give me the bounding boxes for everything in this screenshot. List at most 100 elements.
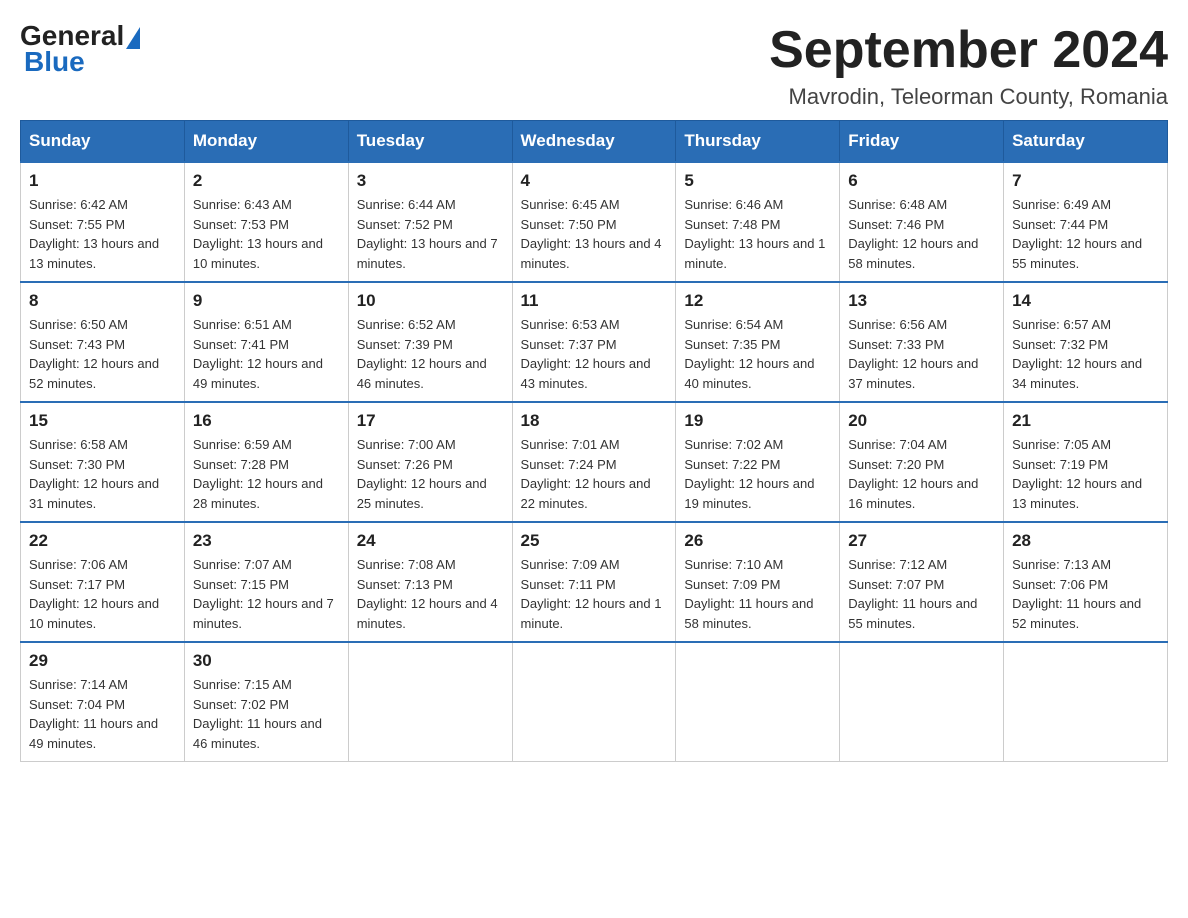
calendar-day-cell: 18 Sunrise: 7:01 AMSunset: 7:24 PMDaylig… [512, 402, 676, 522]
calendar-day-header: Thursday [676, 121, 840, 163]
calendar-day-cell [348, 642, 512, 762]
day-number: 21 [1012, 411, 1159, 431]
calendar-day-cell: 8 Sunrise: 6:50 AMSunset: 7:43 PMDayligh… [21, 282, 185, 402]
calendar-day-cell [512, 642, 676, 762]
day-number: 9 [193, 291, 340, 311]
day-info: Sunrise: 6:51 AMSunset: 7:41 PMDaylight:… [193, 315, 340, 393]
calendar-day-header: Wednesday [512, 121, 676, 163]
day-info: Sunrise: 6:46 AMSunset: 7:48 PMDaylight:… [684, 195, 831, 273]
day-number: 10 [357, 291, 504, 311]
day-number: 18 [521, 411, 668, 431]
day-number: 2 [193, 171, 340, 191]
day-number: 28 [1012, 531, 1159, 551]
calendar-day-cell: 1 Sunrise: 6:42 AMSunset: 7:55 PMDayligh… [21, 162, 185, 282]
calendar-day-cell: 6 Sunrise: 6:48 AMSunset: 7:46 PMDayligh… [840, 162, 1004, 282]
day-info: Sunrise: 7:01 AMSunset: 7:24 PMDaylight:… [521, 435, 668, 513]
day-info: Sunrise: 7:08 AMSunset: 7:13 PMDaylight:… [357, 555, 504, 633]
calendar-day-cell: 16 Sunrise: 6:59 AMSunset: 7:28 PMDaylig… [184, 402, 348, 522]
day-number: 4 [521, 171, 668, 191]
calendar-day-header: Friday [840, 121, 1004, 163]
month-title: September 2024 [769, 20, 1168, 80]
calendar-day-cell: 14 Sunrise: 6:57 AMSunset: 7:32 PMDaylig… [1004, 282, 1168, 402]
calendar-day-cell: 19 Sunrise: 7:02 AMSunset: 7:22 PMDaylig… [676, 402, 840, 522]
calendar-day-cell [676, 642, 840, 762]
day-info: Sunrise: 6:53 AMSunset: 7:37 PMDaylight:… [521, 315, 668, 393]
calendar-day-cell: 28 Sunrise: 7:13 AMSunset: 7:06 PMDaylig… [1004, 522, 1168, 642]
title-section: September 2024 Mavrodin, Teleorman Count… [769, 20, 1168, 110]
day-number: 19 [684, 411, 831, 431]
calendar-day-cell: 20 Sunrise: 7:04 AMSunset: 7:20 PMDaylig… [840, 402, 1004, 522]
day-number: 6 [848, 171, 995, 191]
day-info: Sunrise: 6:50 AMSunset: 7:43 PMDaylight:… [29, 315, 176, 393]
calendar-day-cell: 25 Sunrise: 7:09 AMSunset: 7:11 PMDaylig… [512, 522, 676, 642]
day-info: Sunrise: 6:42 AMSunset: 7:55 PMDaylight:… [29, 195, 176, 273]
day-number: 3 [357, 171, 504, 191]
day-number: 7 [1012, 171, 1159, 191]
calendar-day-cell: 15 Sunrise: 6:58 AMSunset: 7:30 PMDaylig… [21, 402, 185, 522]
day-number: 30 [193, 651, 340, 671]
calendar-week-row: 15 Sunrise: 6:58 AMSunset: 7:30 PMDaylig… [21, 402, 1168, 522]
calendar-week-row: 8 Sunrise: 6:50 AMSunset: 7:43 PMDayligh… [21, 282, 1168, 402]
day-info: Sunrise: 6:54 AMSunset: 7:35 PMDaylight:… [684, 315, 831, 393]
day-info: Sunrise: 7:02 AMSunset: 7:22 PMDaylight:… [684, 435, 831, 513]
calendar-day-cell: 2 Sunrise: 6:43 AMSunset: 7:53 PMDayligh… [184, 162, 348, 282]
day-number: 1 [29, 171, 176, 191]
calendar-day-cell: 3 Sunrise: 6:44 AMSunset: 7:52 PMDayligh… [348, 162, 512, 282]
day-number: 26 [684, 531, 831, 551]
day-info: Sunrise: 6:44 AMSunset: 7:52 PMDaylight:… [357, 195, 504, 273]
calendar-day-cell: 11 Sunrise: 6:53 AMSunset: 7:37 PMDaylig… [512, 282, 676, 402]
logo: General Blue [20, 20, 142, 78]
day-info: Sunrise: 7:06 AMSunset: 7:17 PMDaylight:… [29, 555, 176, 633]
calendar-day-cell: 24 Sunrise: 7:08 AMSunset: 7:13 PMDaylig… [348, 522, 512, 642]
calendar-day-cell: 5 Sunrise: 6:46 AMSunset: 7:48 PMDayligh… [676, 162, 840, 282]
day-info: Sunrise: 6:59 AMSunset: 7:28 PMDaylight:… [193, 435, 340, 513]
day-info: Sunrise: 6:48 AMSunset: 7:46 PMDaylight:… [848, 195, 995, 273]
day-number: 17 [357, 411, 504, 431]
page-header: General Blue September 2024 Mavrodin, Te… [20, 20, 1168, 110]
day-info: Sunrise: 7:00 AMSunset: 7:26 PMDaylight:… [357, 435, 504, 513]
day-info: Sunrise: 6:57 AMSunset: 7:32 PMDaylight:… [1012, 315, 1159, 393]
calendar-day-cell: 30 Sunrise: 7:15 AMSunset: 7:02 PMDaylig… [184, 642, 348, 762]
calendar-day-cell: 7 Sunrise: 6:49 AMSunset: 7:44 PMDayligh… [1004, 162, 1168, 282]
calendar-day-cell: 13 Sunrise: 6:56 AMSunset: 7:33 PMDaylig… [840, 282, 1004, 402]
calendar-day-cell: 23 Sunrise: 7:07 AMSunset: 7:15 PMDaylig… [184, 522, 348, 642]
calendar-day-cell: 4 Sunrise: 6:45 AMSunset: 7:50 PMDayligh… [512, 162, 676, 282]
calendar-day-cell: 17 Sunrise: 7:00 AMSunset: 7:26 PMDaylig… [348, 402, 512, 522]
day-number: 24 [357, 531, 504, 551]
day-info: Sunrise: 7:14 AMSunset: 7:04 PMDaylight:… [29, 675, 176, 753]
day-info: Sunrise: 7:09 AMSunset: 7:11 PMDaylight:… [521, 555, 668, 633]
day-number: 13 [848, 291, 995, 311]
day-number: 14 [1012, 291, 1159, 311]
day-number: 16 [193, 411, 340, 431]
calendar-day-cell: 9 Sunrise: 6:51 AMSunset: 7:41 PMDayligh… [184, 282, 348, 402]
calendar-day-header: Tuesday [348, 121, 512, 163]
day-info: Sunrise: 6:45 AMSunset: 7:50 PMDaylight:… [521, 195, 668, 273]
day-number: 20 [848, 411, 995, 431]
day-info: Sunrise: 7:04 AMSunset: 7:20 PMDaylight:… [848, 435, 995, 513]
calendar-day-cell: 26 Sunrise: 7:10 AMSunset: 7:09 PMDaylig… [676, 522, 840, 642]
day-number: 27 [848, 531, 995, 551]
day-info: Sunrise: 7:05 AMSunset: 7:19 PMDaylight:… [1012, 435, 1159, 513]
day-info: Sunrise: 6:49 AMSunset: 7:44 PMDaylight:… [1012, 195, 1159, 273]
calendar-day-cell [840, 642, 1004, 762]
calendar-day-header: Monday [184, 121, 348, 163]
day-info: Sunrise: 6:43 AMSunset: 7:53 PMDaylight:… [193, 195, 340, 273]
day-number: 11 [521, 291, 668, 311]
day-number: 25 [521, 531, 668, 551]
day-number: 23 [193, 531, 340, 551]
calendar-day-cell: 22 Sunrise: 7:06 AMSunset: 7:17 PMDaylig… [21, 522, 185, 642]
calendar-week-row: 22 Sunrise: 7:06 AMSunset: 7:17 PMDaylig… [21, 522, 1168, 642]
calendar-day-cell: 12 Sunrise: 6:54 AMSunset: 7:35 PMDaylig… [676, 282, 840, 402]
calendar-week-row: 29 Sunrise: 7:14 AMSunset: 7:04 PMDaylig… [21, 642, 1168, 762]
calendar-day-cell: 29 Sunrise: 7:14 AMSunset: 7:04 PMDaylig… [21, 642, 185, 762]
day-info: Sunrise: 6:52 AMSunset: 7:39 PMDaylight:… [357, 315, 504, 393]
calendar-day-header: Sunday [21, 121, 185, 163]
day-info: Sunrise: 7:15 AMSunset: 7:02 PMDaylight:… [193, 675, 340, 753]
calendar-day-cell: 10 Sunrise: 6:52 AMSunset: 7:39 PMDaylig… [348, 282, 512, 402]
day-number: 5 [684, 171, 831, 191]
calendar-day-cell: 21 Sunrise: 7:05 AMSunset: 7:19 PMDaylig… [1004, 402, 1168, 522]
calendar-day-cell: 27 Sunrise: 7:12 AMSunset: 7:07 PMDaylig… [840, 522, 1004, 642]
calendar-table: SundayMondayTuesdayWednesdayThursdayFrid… [20, 120, 1168, 762]
calendar-week-row: 1 Sunrise: 6:42 AMSunset: 7:55 PMDayligh… [21, 162, 1168, 282]
day-info: Sunrise: 6:58 AMSunset: 7:30 PMDaylight:… [29, 435, 176, 513]
